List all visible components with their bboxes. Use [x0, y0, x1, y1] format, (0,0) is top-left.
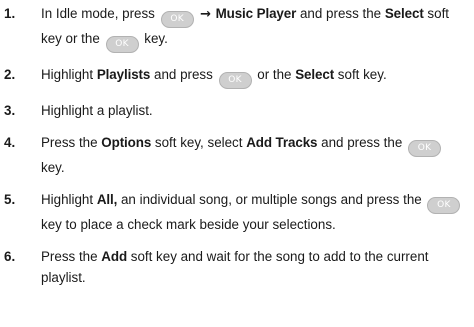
ok-key-icon: OK [105, 36, 139, 53]
step-list: 1. In Idle mode, press OK → Music Player … [0, 3, 474, 288]
text-run: soft key. [334, 67, 387, 82]
text-run: Highlight [41, 67, 97, 82]
bold-term: Select [295, 67, 335, 82]
bold-term: Select [384, 6, 424, 21]
step-number: 5. [4, 192, 16, 207]
step-number: 1. [4, 6, 16, 21]
ok-key-icon: OK [408, 140, 441, 157]
step-text: Press the Options soft key, select Add T… [41, 132, 474, 178]
step-item: 3. Highlight a playlist. [0, 100, 474, 121]
step-text: Highlight All, an individual song, or mu… [41, 189, 474, 235]
text-run: and press [150, 67, 217, 82]
ok-key-icon: OK [218, 72, 252, 89]
step-text: In Idle mode, press OK → Music Player an… [41, 3, 474, 53]
step-number: 4. [4, 135, 16, 150]
step-text: Highlight a playlist. [41, 100, 474, 121]
arrow-icon: → [195, 7, 216, 22]
step-number: 6. [4, 249, 16, 264]
bold-term: Add Tracks [246, 135, 318, 150]
text-run: Press the [41, 249, 102, 264]
step-item: 6. Press the Add soft key and wait for th… [0, 246, 474, 288]
ok-key-icon: OK [427, 197, 461, 214]
text-run: In Idle mode, press [41, 6, 159, 21]
text-run: an individual song, or multiple songs an… [117, 192, 426, 207]
step-text: Press the Add soft key and wait for the … [41, 246, 474, 288]
step-number: 3. [4, 103, 16, 118]
text-run: key to place a check mark beside your se… [41, 217, 336, 232]
bold-term: Options [101, 135, 152, 150]
bold-term: Add [101, 249, 128, 264]
step-item: 1. In Idle mode, press OK → Music Player … [0, 3, 474, 53]
step-item: 2. Highlight Playlists and press OK or th… [0, 64, 474, 89]
bold-term: All, [96, 192, 118, 207]
step-item: 4. Press the Options soft key, select Add… [0, 132, 474, 178]
text-run: Press the [41, 135, 102, 150]
text-run: soft key, select [151, 135, 247, 150]
ok-key-icon: OK [160, 11, 194, 28]
text-run: Highlight [41, 192, 97, 207]
instruction-page: 1. In Idle mode, press OK → Music Player … [0, 0, 474, 327]
text-run: and press the [296, 6, 385, 21]
text-run: key. [41, 160, 65, 175]
bold-term: Playlists [96, 67, 151, 82]
text-run: key. [140, 31, 168, 46]
text-run: or the [253, 67, 296, 82]
step-item: 5. Highlight All, an individual song, or … [0, 189, 474, 235]
text-run: Highlight a playlist. [41, 103, 153, 118]
text-run: and press the [317, 135, 406, 150]
step-number: 2. [4, 67, 16, 82]
bold-term: Music Player [215, 6, 297, 21]
step-text: Highlight Playlists and press OK or the … [41, 64, 474, 89]
